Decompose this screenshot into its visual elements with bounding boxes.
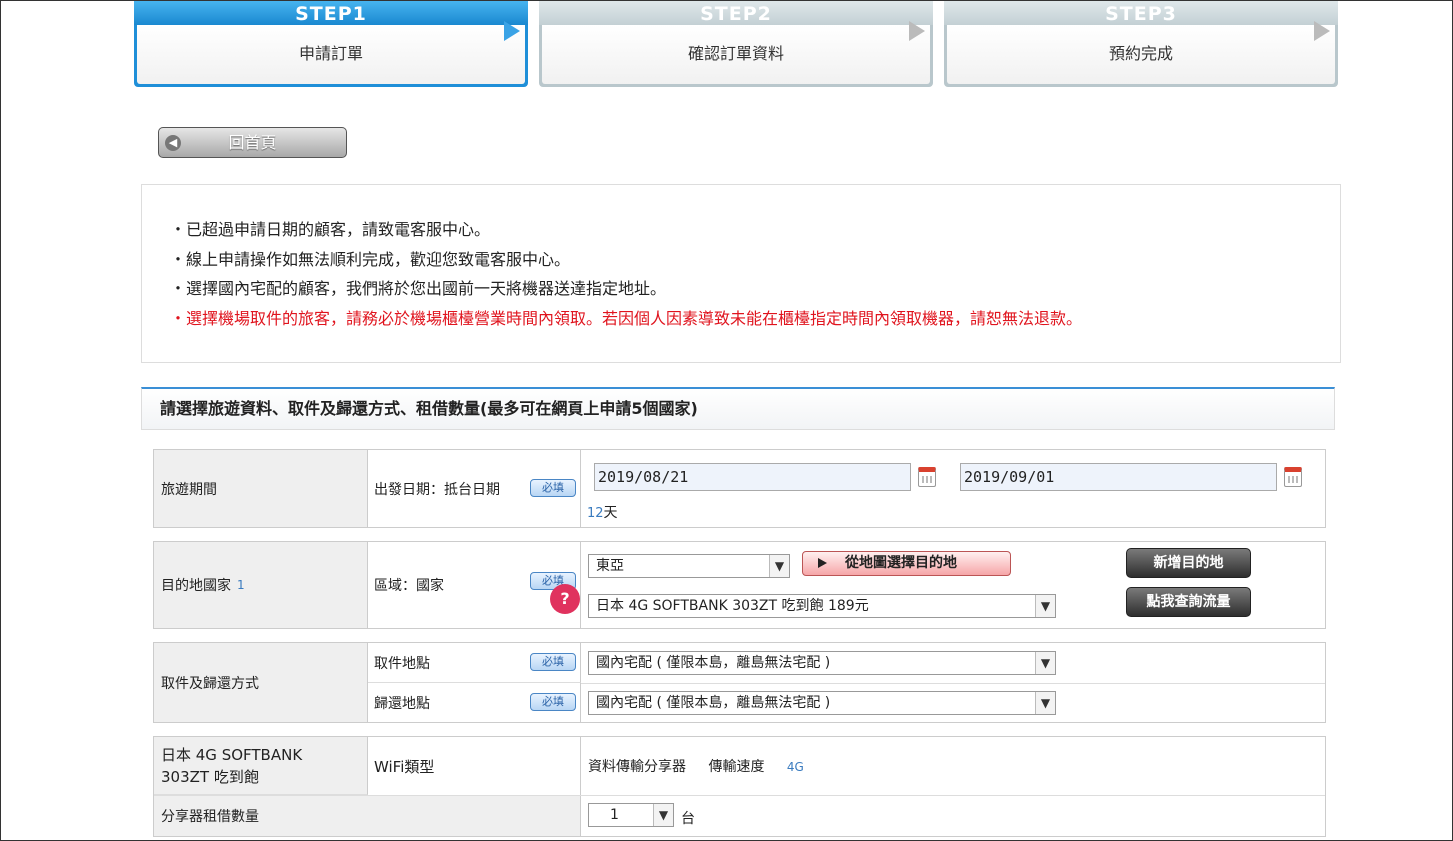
chevron-down-icon: ▼ — [769, 555, 789, 577]
speed-value: 4G — [786, 760, 804, 774]
destination-label-cell: 目的地國家 1 — [154, 542, 368, 628]
trip-days: 12天 — [587, 502, 618, 522]
quantity-unit: 台 — [681, 811, 695, 827]
destination-row: 目的地國家 1 區域：國家 必填 ? 東亞 ▼ 從地圖選擇目的地 新增目的地 點… — [153, 541, 1326, 629]
pickup-location-select[interactable]: 國內宅配 ( 僅限本島，離島無法宅配 ) ▼ — [588, 651, 1056, 675]
calendar-icon[interactable] — [918, 467, 936, 487]
trip-days-number: 12 — [587, 506, 604, 521]
pickup-return-label: 取件及歸還方式 — [154, 643, 368, 722]
device-info-row: 日本 4G SOFTBANK 303ZT 吃到飽 WiFi類型 資料傳輸分享器 … — [153, 736, 1326, 837]
wifi-type-value: 資料傳輸分享器 — [588, 759, 686, 775]
notice-box: ・已超過申請日期的顧客，請致電客服中心。 ・線上申請操作如無法順利完成，歡迎您致… — [141, 184, 1341, 363]
step-3-label: 預約完成 — [1108, 44, 1173, 63]
step-arrow-icon — [909, 21, 925, 41]
return-location-select[interactable]: 國內宅配 ( 僅限本島，離島無法宅配 ) ▼ — [588, 691, 1056, 715]
notice-item: ・已超過申請日期的顧客，請致電客服中心。 — [170, 220, 491, 239]
help-icon[interactable]: ? — [550, 584, 580, 614]
query-data-button[interactable]: 點我查詢流量 — [1126, 587, 1251, 617]
departure-date-input[interactable]: 2019/08/21 — [594, 463, 911, 491]
trip-days-unit: 天 — [603, 505, 618, 521]
destination-sublabel: 區域：國家 — [374, 578, 444, 594]
required-badge: 必填 — [530, 653, 576, 671]
plan-select-value: 日本 4G SOFTBANK 303ZT 吃到飽 189元 — [596, 598, 869, 614]
map-select-button-label: 從地圖選擇目的地 — [845, 555, 957, 571]
step-arrow-icon — [1314, 21, 1330, 41]
notice-item-warning: ・選擇機場取件的旅客，請務必於機場櫃檯營業時間內領取。若因個人因素導致未能在櫃檯… — [170, 308, 1083, 328]
wifi-type-label: WiFi類型 — [368, 737, 581, 795]
play-icon — [818, 558, 827, 568]
notice-item: ・線上申請操作如無法順利完成，歡迎您致電客服中心。 — [170, 249, 571, 269]
home-button[interactable]: ◀ 回首頁 — [158, 127, 347, 158]
chevron-down-icon: ▼ — [1035, 652, 1055, 674]
chevron-down-icon: ▼ — [1035, 692, 1055, 714]
region-select-value: 東亞 — [596, 558, 624, 574]
step-2: STEP2 確認訂單資料 — [539, 1, 933, 87]
region-select[interactable]: 東亞 ▼ — [588, 554, 790, 578]
step-3-number: STEP3 — [944, 1, 1338, 25]
step-2-number: STEP2 — [539, 1, 933, 25]
notice-item: ・選擇國內宅配的顧客，我們將於您出國前一天將機器送達指定地址。 — [170, 279, 667, 298]
travel-period-label: 旅遊期間 — [154, 450, 368, 527]
return-sublabel: 歸還地點 — [374, 695, 430, 712]
required-badge: 必填 — [530, 693, 576, 711]
step-1-number: STEP1 — [134, 1, 528, 25]
step-1-label: 申請訂單 — [298, 44, 363, 63]
step-3: STEP3 預約完成 — [944, 1, 1338, 87]
add-destination-button[interactable]: 新增目的地 — [1126, 548, 1251, 578]
quantity-select[interactable]: 1 ▼ — [588, 803, 674, 827]
return-location-value: 國內宅配 ( 僅限本島，離島無法宅配 ) — [596, 695, 831, 711]
quantity-label: 分享器租借數量 — [154, 796, 581, 836]
step-arrow-icon — [504, 21, 520, 41]
required-badge: 必填 — [530, 479, 576, 497]
plan-select[interactable]: 日本 4G SOFTBANK 303ZT 吃到飽 189元 ▼ — [588, 594, 1056, 618]
chevron-down-icon: ▼ — [1035, 595, 1055, 617]
travel-period-sublabel: 出發日期：抵台日期 — [374, 481, 500, 498]
step-1: STEP1 申請訂單 — [134, 1, 528, 87]
return-date-input[interactable]: 2019/09/01 — [960, 463, 1277, 491]
travel-period-row: 旅遊期間 出發日期：抵台日期 必填 2019/08/21 2019/09/01 … — [153, 449, 1326, 528]
device-name-text: 日本 4G SOFTBANK 303ZT 吃到飽 — [161, 745, 303, 786]
back-arrow-icon: ◀ — [165, 135, 181, 151]
quantity-value: 1 — [610, 807, 619, 823]
speed-label: 傳輸速度 — [708, 759, 765, 775]
step-2-label: 確認訂單資料 — [687, 44, 784, 63]
home-button-label: 回首頁 — [228, 133, 277, 152]
pickup-return-row: 取件及歸還方式 取件地點 必填 歸還地點 必填 國內宅配 ( 僅限本島，離島無法… — [153, 642, 1326, 723]
chevron-down-icon: ▼ — [653, 804, 673, 826]
pickup-sublabel: 取件地點 — [374, 655, 430, 672]
destination-label: 目的地國家 — [161, 578, 231, 594]
map-select-button[interactable]: 從地圖選擇目的地 — [802, 551, 1011, 576]
wifi-type-info: 資料傳輸分享器 傳輸速度 4G — [588, 756, 804, 776]
calendar-icon[interactable] — [1284, 467, 1302, 487]
section-title: 請選擇旅遊資料、取件及歸還方式、租借數量(最多可在網頁上申請5個國家) — [141, 387, 1335, 430]
destination-count: 1 — [237, 578, 245, 592]
pickup-location-value: 國內宅配 ( 僅限本島，離島無法宅配 ) — [596, 655, 831, 671]
device-name: 日本 4G SOFTBANK 303ZT 吃到飽 — [154, 737, 368, 795]
